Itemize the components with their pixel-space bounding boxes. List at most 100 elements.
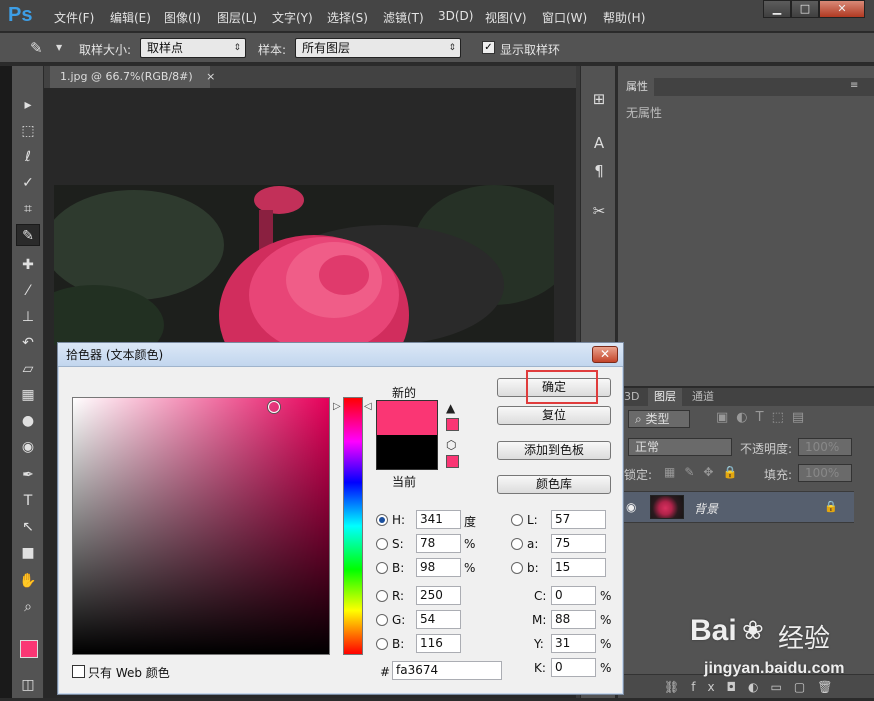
menu-filter[interactable]: 滤镜(T) bbox=[383, 9, 424, 26]
menu-help[interactable]: 帮助(H) bbox=[603, 9, 645, 26]
dialog-close-button[interactable]: ✕ bbox=[592, 346, 618, 363]
h-field[interactable]: 341 bbox=[416, 510, 461, 529]
fill-field[interactable]: 100% bbox=[798, 464, 852, 482]
show-ring-checkbox[interactable]: ✓ bbox=[482, 41, 495, 54]
hue-slider[interactable] bbox=[343, 397, 363, 655]
marquee-tool-icon[interactable]: ⬚ bbox=[16, 120, 40, 142]
s-field[interactable]: 78 bbox=[416, 534, 461, 553]
lab-b-radio[interactable] bbox=[511, 562, 523, 574]
character-panel-icon[interactable]: A bbox=[587, 132, 611, 154]
brightness-radio[interactable] bbox=[376, 562, 388, 574]
current-color-swatch[interactable] bbox=[376, 435, 438, 470]
menu-view[interactable]: 视图(V) bbox=[485, 9, 527, 26]
tools-panel-icon[interactable]: ✂ bbox=[587, 200, 611, 222]
menu-type[interactable]: 文字(Y) bbox=[272, 9, 313, 26]
add-to-swatches-button[interactable]: 添加到色板 bbox=[497, 441, 611, 460]
history-panel-icon[interactable]: ⊞ bbox=[587, 88, 611, 110]
quick-mask-icon[interactable]: ◫ bbox=[16, 674, 40, 696]
reset-button[interactable]: 复位 bbox=[497, 406, 611, 425]
tab-channels[interactable]: 通道 bbox=[686, 388, 720, 406]
gradient-tool-icon[interactable]: ▦ bbox=[16, 384, 40, 406]
type-tool-icon[interactable]: T bbox=[16, 490, 40, 512]
blur-tool-icon[interactable]: ● bbox=[16, 410, 40, 432]
lasso-tool-icon[interactable]: ℓ bbox=[16, 146, 40, 168]
g-field[interactable]: 54 bbox=[416, 610, 461, 629]
color-libraries-button[interactable]: 颜色库 bbox=[497, 475, 611, 494]
zoom-tool-icon[interactable]: ⌕ bbox=[16, 596, 40, 618]
m-field[interactable]: 88 bbox=[551, 610, 596, 629]
g-radio[interactable] bbox=[376, 614, 388, 626]
l-radio[interactable] bbox=[511, 514, 523, 526]
blue-field[interactable]: 116 bbox=[416, 634, 461, 653]
hand-tool-icon[interactable]: ✋ bbox=[16, 570, 40, 592]
blue-radio[interactable] bbox=[376, 638, 388, 650]
s-radio[interactable] bbox=[376, 538, 388, 550]
hue-arrow-left-icon[interactable]: ▷ bbox=[333, 401, 341, 412]
filter-kind-select[interactable]: ⌕ 类型 bbox=[628, 410, 690, 428]
lock-icons[interactable]: ▦✎✥🔒 bbox=[664, 465, 746, 479]
visibility-eye-icon[interactable]: ◉ bbox=[626, 500, 636, 514]
web-colors-checkbox[interactable] bbox=[72, 665, 85, 678]
menu-window[interactable]: 窗口(W) bbox=[542, 9, 587, 26]
h-radio[interactable] bbox=[376, 514, 388, 526]
k-field[interactable]: 0 bbox=[551, 658, 596, 677]
path-select-tool-icon[interactable]: ↖ bbox=[16, 516, 40, 538]
lab-b-field[interactable]: 15 bbox=[551, 558, 606, 577]
close-tab-icon[interactable]: × bbox=[206, 70, 215, 83]
r-field[interactable]: 250 bbox=[416, 586, 461, 605]
hex-field[interactable]: fa3674 bbox=[392, 661, 502, 680]
healing-tool-icon[interactable]: ✚ bbox=[16, 254, 40, 276]
crop-tool-icon[interactable]: ⌗ bbox=[16, 198, 40, 220]
y-field[interactable]: 31 bbox=[551, 634, 596, 653]
color-picker-dialog: 拾色器 (文本颜色) ✕ ▷ ◁ 新的 当前 ▲ ⬡ 确定 复位 添加到色板 颜… bbox=[57, 342, 624, 695]
r-radio[interactable] bbox=[376, 590, 388, 602]
shape-tool-icon[interactable]: ■ bbox=[16, 542, 40, 564]
eraser-tool-icon[interactable]: ▱ bbox=[16, 358, 40, 380]
stamp-tool-icon[interactable]: ⊥ bbox=[16, 306, 40, 328]
panel-menu-icon[interactable]: ≡ bbox=[850, 80, 858, 91]
eyedropper-icon[interactable]: ✎ bbox=[30, 39, 43, 57]
chevron-down-icon[interactable]: ▼ bbox=[56, 43, 62, 52]
menu-select[interactable]: 选择(S) bbox=[327, 9, 368, 26]
c-field[interactable]: 0 bbox=[551, 586, 596, 605]
sample-size-select[interactable]: 取样点 ⇕ bbox=[140, 38, 246, 58]
document-tab[interactable]: 1.jpg @ 66.7%(RGB/8#) × bbox=[50, 66, 215, 88]
eyedropper-tool-icon[interactable]: ✎ bbox=[16, 224, 40, 246]
a-radio[interactable] bbox=[511, 538, 523, 550]
sample-select[interactable]: 所有图层 ⇕ bbox=[295, 38, 461, 58]
blend-mode-select[interactable]: 正常 bbox=[628, 438, 732, 456]
pen-tool-icon[interactable]: ✒ bbox=[16, 464, 40, 486]
a-field[interactable]: 75 bbox=[551, 534, 606, 553]
maximize-button[interactable]: □ bbox=[791, 0, 819, 18]
dodge-tool-icon[interactable]: ◉ bbox=[16, 436, 40, 458]
brightness-field[interactable]: 98 bbox=[416, 558, 461, 577]
web-safe-swatch[interactable] bbox=[446, 455, 459, 468]
menu-file[interactable]: 文件(F) bbox=[54, 9, 94, 26]
menu-image[interactable]: 图像(I) bbox=[164, 9, 201, 26]
warning-icon[interactable]: ▲ bbox=[446, 401, 455, 415]
move-tool-icon[interactable]: ▸ bbox=[16, 94, 40, 116]
color-marker[interactable] bbox=[268, 401, 280, 413]
menu-edit[interactable]: 编辑(E) bbox=[110, 9, 151, 26]
layer-row[interactable]: ◉ 背景 🔒 bbox=[618, 491, 854, 523]
history-brush-tool-icon[interactable]: ↶ bbox=[16, 332, 40, 354]
l-field[interactable]: 57 bbox=[551, 510, 606, 529]
layer-filter-icons[interactable]: ▣◐T⬚▤ bbox=[716, 410, 812, 425]
minimize-button[interactable]: ▁ bbox=[763, 0, 791, 18]
cube-icon[interactable]: ⬡ bbox=[446, 438, 456, 452]
menu-layer[interactable]: 图层(L) bbox=[217, 9, 257, 26]
opacity-field[interactable]: 100% bbox=[798, 438, 852, 456]
tab-properties[interactable]: 属性 bbox=[618, 78, 654, 96]
tab-layers[interactable]: 图层 bbox=[648, 388, 682, 406]
saturation-brightness-field[interactable] bbox=[72, 397, 330, 655]
menu-3d[interactable]: 3D(D) bbox=[438, 9, 473, 23]
hue-arrow-right-icon[interactable]: ◁ bbox=[364, 401, 372, 412]
close-button[interactable]: ✕ bbox=[819, 0, 865, 18]
paragraph-panel-icon[interactable]: ¶ bbox=[587, 160, 611, 182]
foreground-color-swatch[interactable] bbox=[20, 640, 38, 658]
quick-select-tool-icon[interactable]: ✓ bbox=[16, 172, 40, 194]
watermark-url: jingyan.baidu.com bbox=[704, 660, 845, 677]
brush-tool-icon[interactable]: ⁄ bbox=[16, 280, 40, 302]
gamut-swatch[interactable] bbox=[446, 418, 459, 431]
layers-tab-bar: 3D 图层 通道 bbox=[618, 388, 874, 406]
